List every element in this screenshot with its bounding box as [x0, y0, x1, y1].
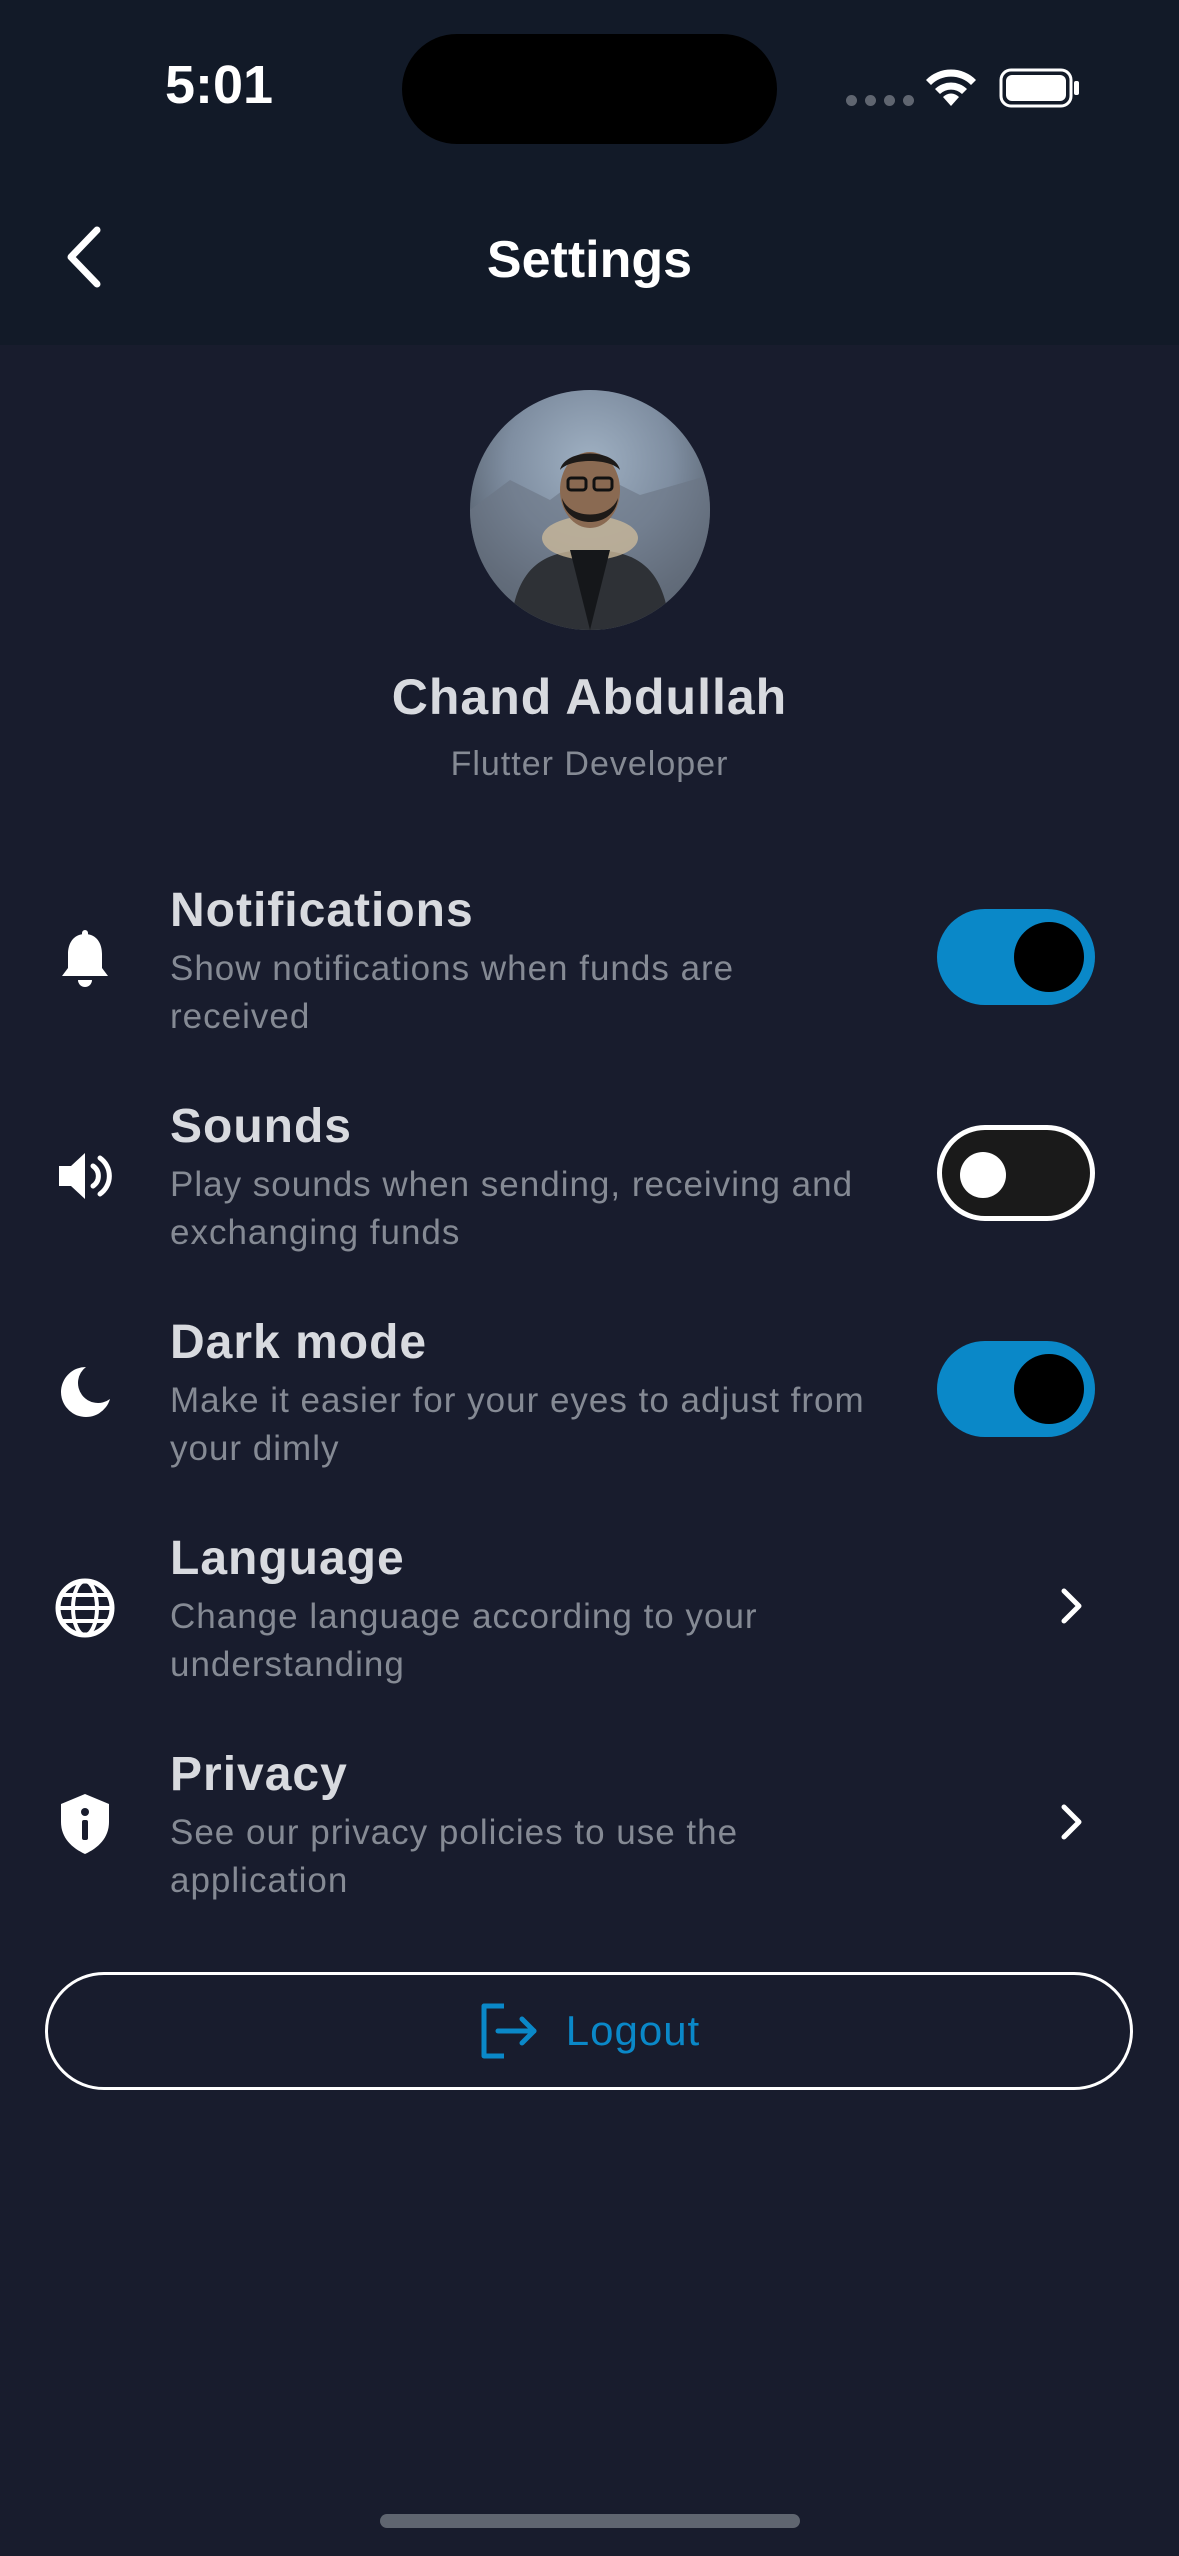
chevron-right-icon[interactable] — [1052, 1581, 1092, 1631]
setting-privacy[interactable]: Privacy See our privacy policies to use … — [0, 1747, 1179, 1947]
setting-sounds[interactable]: Sounds Play sounds when sending, receivi… — [0, 1099, 1179, 1299]
sounds-toggle[interactable] — [937, 1125, 1095, 1221]
battery-icon — [999, 68, 1079, 108]
chevron-right-icon[interactable] — [1052, 1797, 1092, 1847]
setting-notifications[interactable]: Notifications Show notifications when fu… — [0, 883, 1179, 1083]
speaker-icon — [50, 1141, 120, 1211]
setting-title: Dark mode — [170, 1316, 428, 1369]
setting-description: Show notifications when funds are receiv… — [170, 949, 735, 1036]
setting-title: Notifications — [170, 884, 474, 937]
toggle-knob — [1014, 922, 1084, 992]
setting-language[interactable]: Language Change language according to yo… — [0, 1531, 1179, 1731]
logout-label: Logout — [565, 2007, 701, 2054]
shield-info-icon — [50, 1789, 120, 1859]
logout-icon — [481, 2003, 537, 2059]
avatar — [470, 390, 710, 630]
setting-dark-mode[interactable]: Dark mode Make it easier for your eyes t… — [0, 1315, 1179, 1515]
logout-button[interactable]: Logout — [45, 1972, 1133, 2090]
page-title: Settings — [486, 231, 693, 289]
setting-description: Change language according to your unders… — [170, 1597, 758, 1684]
bell-icon — [50, 925, 120, 995]
globe-icon — [50, 1573, 120, 1643]
profile-role: Flutter Developer — [450, 745, 729, 783]
toggle-knob — [960, 1152, 1006, 1198]
wifi-icon — [926, 69, 976, 106]
status-time: 5:01 — [165, 55, 274, 115]
moon-icon — [50, 1357, 120, 1427]
setting-description: Play sounds when sending, receiving and … — [170, 1165, 854, 1252]
profile-name: Chand Abdullah — [391, 669, 788, 725]
dynamic-island — [402, 34, 777, 144]
signal-icon — [846, 95, 914, 106]
setting-title: Language — [170, 1532, 405, 1585]
setting-title: Sounds — [170, 1100, 352, 1153]
toggle-knob — [1014, 1354, 1084, 1424]
home-indicator — [380, 2514, 800, 2528]
notifications-toggle[interactable] — [937, 909, 1095, 1005]
setting-title: Privacy — [170, 1748, 348, 1801]
setting-description: See our privacy policies to use the appl… — [170, 1813, 739, 1900]
dark-mode-toggle[interactable] — [937, 1341, 1095, 1437]
setting-description: Make it easier for your eyes to adjust f… — [170, 1381, 865, 1468]
